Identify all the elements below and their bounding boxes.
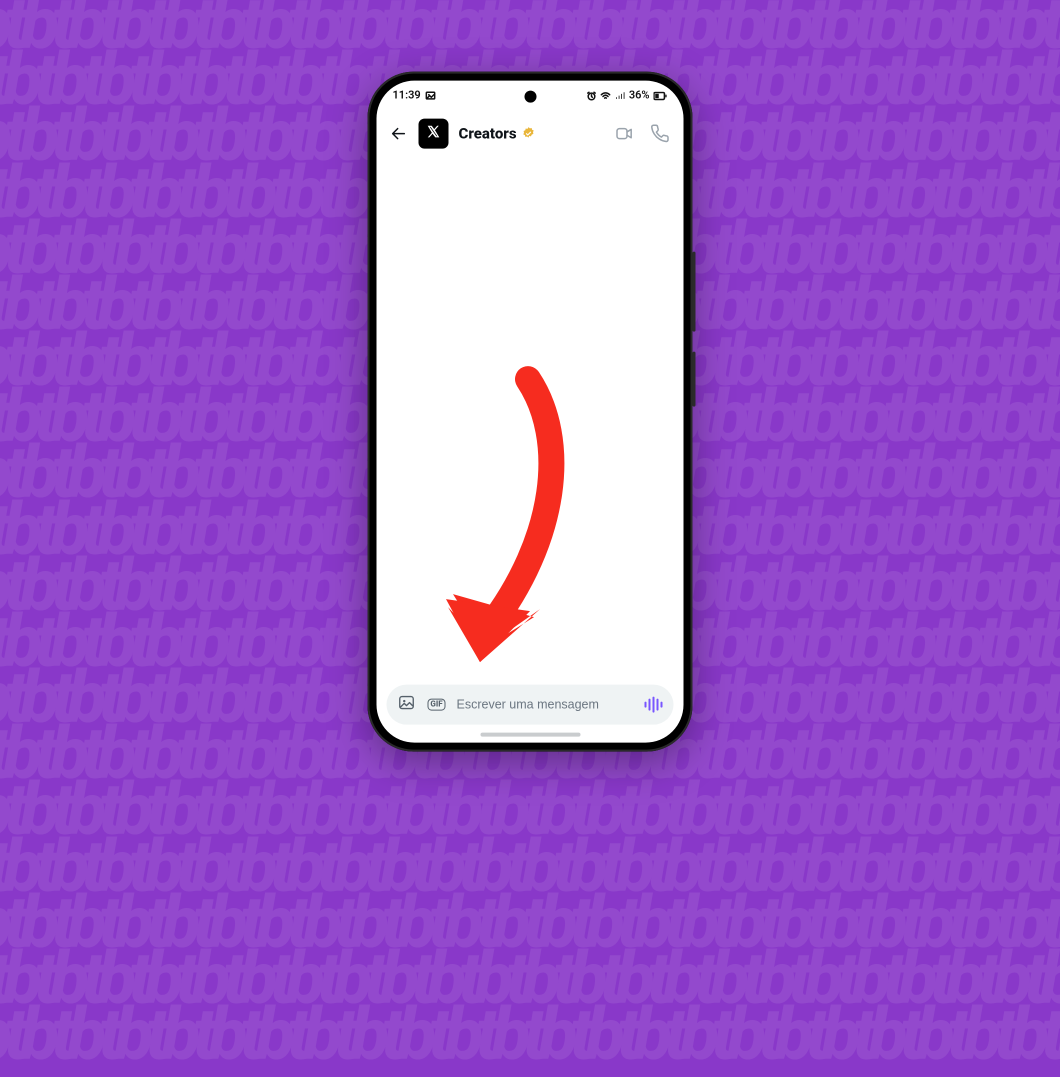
voice-waveform-icon bbox=[644, 696, 663, 712]
status-bar-right: 36% bbox=[587, 89, 668, 102]
wifi-icon bbox=[601, 90, 611, 100]
alarm-icon bbox=[587, 90, 597, 100]
message-input[interactable] bbox=[457, 697, 634, 711]
back-button[interactable] bbox=[389, 123, 409, 143]
audio-call-button[interactable] bbox=[650, 122, 672, 144]
gif-icon: GIF bbox=[427, 698, 445, 710]
verified-gold-icon bbox=[522, 126, 536, 140]
status-bar-left: 11:39 bbox=[393, 89, 436, 102]
image-indicator-icon bbox=[426, 90, 436, 100]
conversation-area[interactable] bbox=[377, 156, 684, 676]
header-actions bbox=[614, 122, 672, 144]
phone-frame: 11:39 36% bbox=[368, 71, 693, 751]
chat-header: Creators bbox=[377, 110, 684, 156]
phone-screen: 11:39 36% bbox=[377, 80, 684, 742]
chat-avatar[interactable] bbox=[419, 118, 449, 148]
status-time: 11:39 bbox=[393, 89, 421, 102]
x-logo-icon bbox=[427, 124, 441, 143]
chat-title: Creators bbox=[459, 124, 517, 142]
voice-message-button[interactable] bbox=[644, 694, 664, 714]
home-indicator bbox=[480, 732, 580, 736]
video-call-button[interactable] bbox=[614, 122, 636, 144]
signal-icon bbox=[615, 90, 625, 100]
attach-image-button[interactable] bbox=[397, 694, 417, 714]
image-icon bbox=[398, 693, 416, 715]
message-composer: GIF bbox=[387, 684, 674, 724]
chat-title-wrap[interactable]: Creators bbox=[459, 124, 536, 142]
battery-text: 36% bbox=[629, 89, 650, 102]
camera-hole bbox=[524, 90, 536, 102]
battery-icon bbox=[654, 90, 668, 100]
attach-gif-button[interactable]: GIF bbox=[427, 694, 447, 714]
